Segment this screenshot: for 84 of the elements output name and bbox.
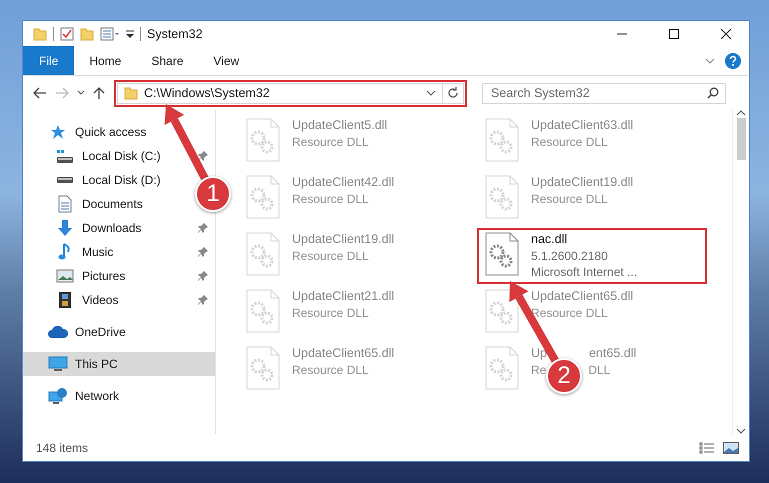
- ribbon-tab[interactable]: Share: [136, 46, 198, 75]
- chevron-down-icon: [77, 90, 85, 96]
- scrollbar[interactable]: [732, 110, 749, 434]
- down-arrow-icon: [57, 219, 73, 237]
- recent-locations-button[interactable]: [77, 90, 85, 96]
- close-icon: [721, 28, 731, 38]
- ribbon-tab[interactable]: View: [198, 46, 254, 75]
- back-button[interactable]: [33, 87, 47, 99]
- chevron-down-icon[interactable]: [705, 58, 715, 64]
- back-arrow-icon: [33, 87, 47, 99]
- file-detail: 5.1.2600.2180: [531, 248, 609, 264]
- pin-icon[interactable]: [197, 222, 209, 234]
- pin-icon[interactable]: [197, 246, 209, 258]
- up-arrow-icon: [93, 86, 105, 100]
- address-path: C:\Windows\System32: [144, 86, 271, 100]
- gear-file-icon: [485, 289, 519, 333]
- file-detail: Resource DLL: [292, 134, 370, 150]
- file-menu-tab[interactable]: File: [23, 46, 74, 75]
- scroll-down-icon[interactable]: [736, 428, 746, 434]
- item-count: 148 items: [36, 440, 88, 454]
- nav-item[interactable]: Pictures: [23, 264, 126, 288]
- pin-icon[interactable]: [197, 294, 209, 306]
- nav-item[interactable]: Documents: [23, 192, 143, 216]
- up-button[interactable]: [93, 86, 105, 100]
- nav-item[interactable]: Network: [23, 384, 120, 408]
- maximize-icon: [669, 28, 679, 38]
- file-name-fragment: ent65.dll: [588, 346, 636, 360]
- file-detail-fragment: DLL: [588, 362, 610, 378]
- star-icon: [50, 124, 66, 140]
- gear-file-icon: [246, 232, 280, 276]
- file-name[interactable]: nac.dll: [531, 232, 638, 246]
- list-icon[interactable]: [100, 26, 120, 40]
- search-field[interactable]: Search System32: [482, 82, 726, 104]
- help-icon[interactable]: [725, 52, 741, 68]
- film-icon: [58, 291, 72, 309]
- chevron-down-icon[interactable]: [426, 90, 436, 96]
- nav-item[interactable]: Videos: [23, 288, 118, 312]
- file-detail: Resource DLL: [531, 305, 609, 321]
- monitor-icon: [48, 356, 68, 372]
- file-detail: Microsoft Internet ...: [531, 264, 638, 280]
- ribbon-tab[interactable]: Home: [74, 46, 136, 75]
- network-icon: [48, 387, 68, 405]
- pin-icon[interactable]: [197, 150, 209, 162]
- nav-item[interactable]: Music: [23, 240, 114, 264]
- file-detail: Resource DLL: [292, 248, 370, 264]
- document-icon: [57, 195, 73, 213]
- search-icon: [707, 86, 719, 98]
- gear-file-icon: [246, 289, 280, 333]
- drive-icon: [57, 150, 73, 162]
- scrollbar-thumb[interactable]: [736, 118, 746, 160]
- nav-item[interactable]: OneDrive: [23, 320, 126, 344]
- gear-file-icon: [246, 118, 280, 162]
- gear-file-icon: [485, 118, 519, 162]
- gear-file-icon: [485, 346, 519, 390]
- properties-icon[interactable]: [60, 26, 74, 40]
- scroll-up-icon[interactable]: [736, 110, 746, 116]
- file-detail: Resource DLL: [292, 362, 370, 378]
- details-view-icon[interactable]: [699, 442, 715, 454]
- large-icons-view-icon[interactable]: [723, 442, 739, 454]
- nav-item[interactable]: Downloads: [23, 216, 142, 240]
- file-detail: Resource DLL: [292, 191, 370, 207]
- nav-item[interactable]: Local Disk (D:): [23, 168, 161, 192]
- file-name-fragment: Up: [531, 346, 547, 360]
- refresh-icon[interactable]: [447, 87, 459, 99]
- forward-arrow-icon: [55, 87, 69, 99]
- folder-icon: [124, 86, 138, 100]
- highlighted-file-item[interactable]: nac.dll 5.1.2600.2180 Microsoft Internet ...: [477, 228, 707, 284]
- pin-icon[interactable]: [197, 270, 209, 282]
- gear-file-icon: [246, 175, 280, 219]
- file-detail: Resource DLL: [531, 134, 609, 150]
- picture-icon: [56, 269, 74, 283]
- window-title: System32: [147, 26, 203, 40]
- nav-item[interactable]: Quick access: [23, 120, 146, 144]
- gear-file-icon: [246, 346, 280, 390]
- file-detail: Resource DLL: [531, 191, 609, 207]
- gear-file-icon: [485, 232, 519, 276]
- file-detail: Resource DLL: [292, 305, 370, 321]
- file-detail-fragment: Re: [531, 362, 546, 378]
- nav-item[interactable]: Local Disk (C:): [23, 144, 161, 168]
- nav-item[interactable]: This PC: [23, 352, 215, 376]
- cloud-icon: [48, 325, 68, 339]
- gear-file-icon: [485, 175, 519, 219]
- drive-icon: [57, 177, 73, 183]
- dropdown-icon[interactable]: [126, 28, 134, 38]
